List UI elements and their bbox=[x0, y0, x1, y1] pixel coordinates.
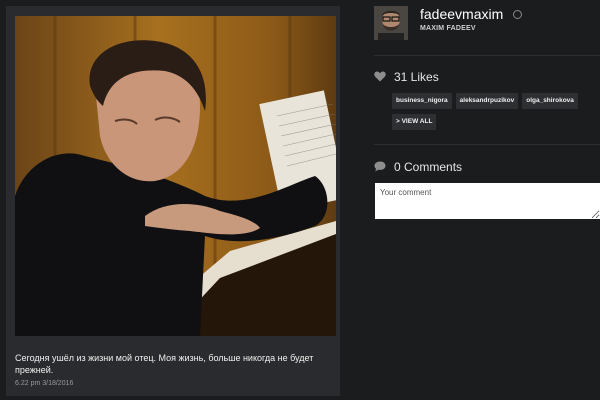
profile-username[interactable]: fadeevmaxim bbox=[420, 6, 503, 22]
avatar-image bbox=[374, 6, 408, 40]
circle-icon bbox=[513, 10, 522, 19]
comment-input[interactable] bbox=[375, 183, 600, 219]
likes-count[interactable]: 31 Likes bbox=[394, 70, 439, 84]
speech-bubble-icon bbox=[374, 161, 386, 172]
post-card: Сегодня ушёл из жизни мой отец. Моя жизн… bbox=[6, 6, 340, 396]
post-timestamp: 6.22 pm 3/18/2016 bbox=[15, 380, 74, 387]
liker-tag[interactable]: business_nigora bbox=[392, 93, 452, 109]
post-caption: Сегодня ушёл из жизни мой отец. Моя жизн… bbox=[15, 353, 314, 375]
photo-image bbox=[15, 16, 336, 336]
view-all-likes-button[interactable]: > VIEW ALL bbox=[392, 114, 437, 130]
heart-icon[interactable] bbox=[374, 71, 386, 82]
liker-list: business_nigora aleksandrpuzikov olga_sh… bbox=[392, 93, 600, 109]
liker-tag[interactable]: olga_shirokova bbox=[522, 93, 578, 109]
profile-full-name: MAXIM FADEEV bbox=[420, 25, 476, 32]
post-sidebar: fadeevmaxim MAXIM FADEEV 31 Likes busine… bbox=[360, 0, 600, 400]
comments-count: 0 Comments bbox=[394, 160, 463, 174]
avatar[interactable] bbox=[374, 6, 408, 40]
liker-tag[interactable]: aleksandrpuzikov bbox=[455, 93, 519, 109]
divider bbox=[374, 144, 600, 145]
post-photo[interactable] bbox=[15, 16, 336, 336]
divider bbox=[374, 55, 600, 56]
